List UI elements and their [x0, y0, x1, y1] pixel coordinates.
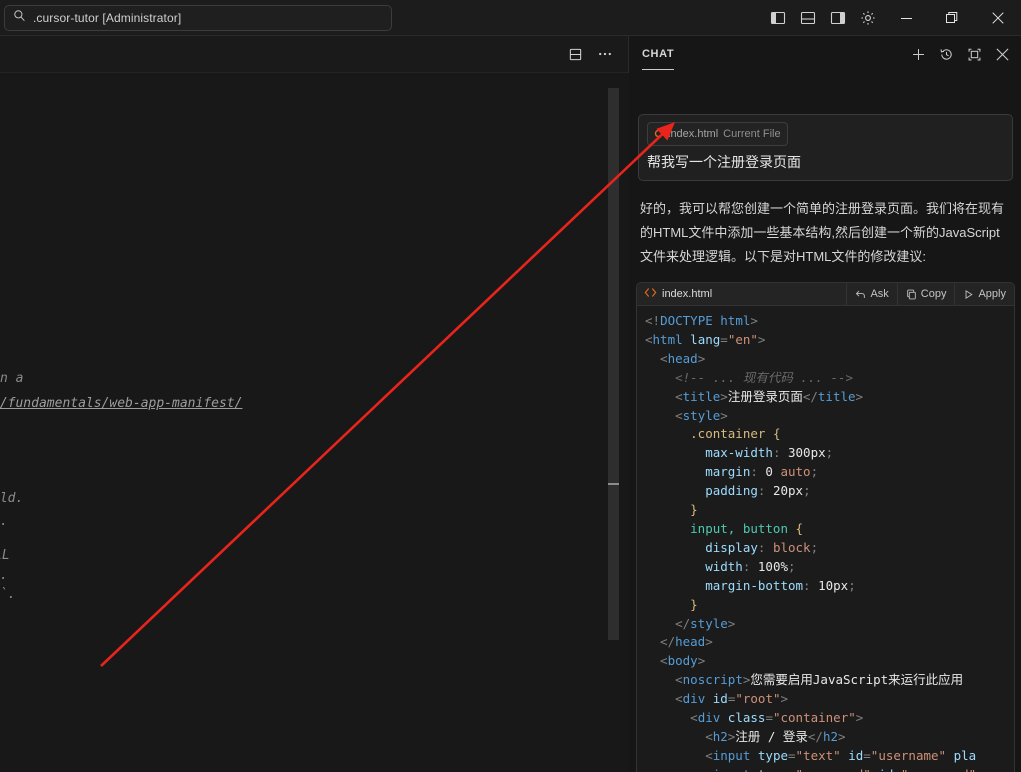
code-line: <style>	[645, 407, 1014, 426]
code-line: <html lang="en">	[645, 331, 1014, 350]
copy-button-label: Copy	[921, 288, 947, 300]
code-line: margin: 0 auto;	[645, 463, 1014, 482]
code-line: display: block;	[645, 539, 1014, 558]
apply-button-label: Apply	[978, 288, 1006, 300]
history-icon[interactable]	[933, 42, 959, 68]
code-line: <div id="root">	[645, 690, 1014, 709]
code-line: <head>	[645, 350, 1014, 369]
split-editor-down-icon[interactable]	[562, 41, 588, 67]
code-line: <!-- ... 现有代码 ... -->	[645, 369, 1014, 388]
code-line: <body>	[645, 652, 1014, 671]
code-fragment: LL	[0, 548, 10, 563]
code-line: margin-bottom: 10px;	[645, 577, 1014, 596]
code-fragment: ild.	[0, 491, 23, 506]
more-actions-icon[interactable]	[592, 41, 618, 67]
title-bar: .cursor-tutor [Administrator]	[0, 0, 1021, 36]
editor-code-surface[interactable]: n a b/fundamentals/web-app-manifest/ ild…	[0, 73, 629, 772]
code-brackets-icon	[644, 285, 657, 303]
gear-icon[interactable]	[853, 0, 883, 36]
code-fragment: d`.	[0, 587, 15, 602]
chat-header-actions	[905, 36, 1015, 73]
chat-body: index.html Current File 帮我写一个注册登录页面 好的，我…	[630, 73, 1021, 772]
close-chat-icon[interactable]	[989, 42, 1015, 68]
html-file-icon	[654, 125, 663, 143]
chat-prompt-text: 帮我写一个注册登录页面	[647, 153, 1004, 171]
code-block[interactable]: <!DOCTYPE html><html lang="en"> <head> <…	[637, 306, 1014, 772]
code-line: }	[645, 596, 1014, 615]
context-chip-filename: index.html	[668, 128, 718, 140]
context-chip-scope: Current File	[723, 128, 780, 140]
chat-panel: CHAT	[630, 36, 1021, 772]
code-line: <!DOCTYPE html>	[645, 312, 1014, 331]
tab-chat[interactable]: CHAT	[642, 48, 674, 70]
code-line: input, button {	[645, 520, 1014, 539]
editor-scrollbar-marker	[608, 483, 619, 485]
title-bar-actions	[763, 0, 1021, 36]
code-suggestion-card: index.html Ask Copy Apply	[636, 282, 1015, 772]
code-line: </head>	[645, 633, 1014, 652]
apply-button[interactable]: Apply	[954, 283, 1014, 306]
vscode-window: .cursor-tutor [Administrator]	[0, 0, 1021, 772]
code-fragment: L.	[0, 568, 8, 583]
code-fragment: n a	[0, 371, 23, 386]
code-line: <h2>注册 / 登录</h2>	[645, 728, 1014, 747]
editor-toolbar	[0, 36, 628, 73]
toggle-secondary-sidebar-icon[interactable]	[823, 0, 853, 36]
minimize-button[interactable]	[883, 0, 929, 36]
code-line: width: 100%;	[645, 558, 1014, 577]
context-chip[interactable]: index.html Current File	[647, 122, 788, 146]
toggle-panel-icon[interactable]	[793, 0, 823, 36]
code-fragment-link[interactable]: b/fundamentals/web-app-manifest/	[0, 396, 242, 411]
ask-button-label: Ask	[870, 288, 888, 300]
code-line: .container {	[645, 425, 1014, 444]
maximize-button[interactable]	[929, 0, 975, 36]
code-line: max-width: 300px;	[645, 444, 1014, 463]
code-card-actions: Ask Copy Apply	[846, 283, 1014, 306]
quick-open-input[interactable]: .cursor-tutor [Administrator]	[4, 5, 392, 31]
close-button[interactable]	[975, 0, 1021, 36]
code-card-file: index.html	[644, 285, 712, 303]
code-line: padding: 20px;	[645, 482, 1014, 501]
new-chat-icon[interactable]	[905, 42, 931, 68]
editor-vertical-scrollbar[interactable]	[608, 88, 619, 640]
toggle-primary-sidebar-icon[interactable]	[763, 0, 793, 36]
chat-prompt-box[interactable]: index.html Current File 帮我写一个注册登录页面	[638, 114, 1013, 181]
code-card-filename: index.html	[662, 288, 712, 300]
code-card-header: index.html Ask Copy Apply	[637, 283, 1014, 306]
quick-open-value: .cursor-tutor [Administrator]	[33, 11, 181, 25]
code-line: </style>	[645, 615, 1014, 634]
code-line: <input type="password" id="password"	[645, 766, 1014, 772]
code-line: <input type="text" id="username" pla	[645, 747, 1014, 766]
search-icon	[13, 9, 26, 27]
quick-open-wrapper: .cursor-tutor [Administrator]	[4, 5, 392, 31]
code-fragment: ..	[0, 514, 8, 529]
code-line: }	[645, 501, 1014, 520]
editor-region: n a b/fundamentals/web-app-manifest/ ild…	[0, 36, 629, 772]
ask-button[interactable]: Ask	[846, 283, 896, 306]
code-line: <title>注册登录页面</title>	[645, 388, 1014, 407]
copy-button[interactable]: Copy	[897, 283, 955, 306]
maximize-chat-icon[interactable]	[961, 42, 987, 68]
code-line: <noscript>您需要启用JavaScript来运行此应用	[645, 671, 1014, 690]
chat-header: CHAT	[630, 36, 1021, 73]
assistant-message: 好的，我可以帮您创建一个简单的注册登录页面。我们将在现有的HTML文件中添加一些…	[640, 197, 1011, 269]
code-line: <div class="container">	[645, 709, 1014, 728]
